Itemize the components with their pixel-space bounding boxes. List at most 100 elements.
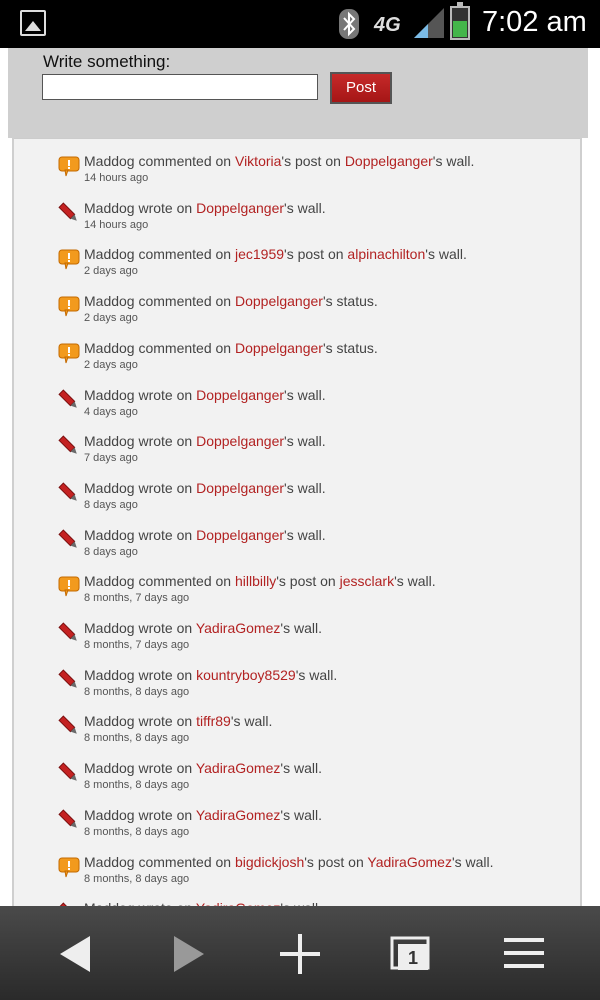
post-button[interactable]: Post <box>330 72 392 104</box>
user-link[interactable]: hillbilly <box>235 573 276 589</box>
user-link[interactable]: Doppelganger <box>196 527 284 543</box>
feed-item: Maddog wrote on YadiraGomez's wall. 8 mon… <box>54 620 574 666</box>
feed-item-time: 14 hours ago <box>84 172 149 184</box>
feed-item-time: 8 months, 8 days ago <box>84 825 190 838</box>
actor-name: Maddog <box>84 293 135 310</box>
actor-name: Maddog <box>84 806 135 823</box>
action-verb: commented on <box>138 293 232 310</box>
user-link[interactable]: YadiraGomez <box>196 760 281 776</box>
forward-icon[interactable] <box>158 924 218 984</box>
feed-item-time: 8 months, 8 days ago <box>84 685 190 698</box>
feed-item-time: 8 months, 7 days ago <box>84 592 190 605</box>
user-link[interactable]: Doppelganger <box>235 340 323 356</box>
user-link[interactable]: Doppelganger <box>235 293 323 309</box>
status-bar: 4G 7:02 am <box>0 0 600 48</box>
action-tail: 's wall. <box>394 573 436 590</box>
action-tail: 's wall. <box>284 526 326 543</box>
menu-icon[interactable] <box>494 924 554 984</box>
user-link[interactable]: YadiraGomez <box>196 807 281 823</box>
user-link[interactable]: jec1959 <box>235 246 284 262</box>
user-link[interactable]: Doppelganger <box>196 480 284 496</box>
comment-bubble-icon <box>58 856 80 878</box>
feed-item-text: Maddog wrote on YadiraGomez's wall. <box>84 620 322 636</box>
user-link[interactable]: bigdickjosh <box>235 854 304 870</box>
activity-feed: Maddog commented on Viktoria's post on D… <box>12 138 582 906</box>
composer-label: Write something: <box>43 52 171 71</box>
feed-item-text: Maddog commented on Doppelganger's statu… <box>84 293 378 309</box>
action-verb: commented on <box>138 339 232 356</box>
actor-name: Maddog <box>84 479 135 496</box>
feed-item-text: Maddog wrote on YadiraGomez's wall. <box>84 760 322 776</box>
comment-bubble-icon <box>58 342 80 364</box>
comment-bubble-icon <box>58 248 80 270</box>
actor-name: Maddog <box>84 713 135 730</box>
action-tail: 's wall. <box>425 246 467 263</box>
action-tail: 's wall. <box>280 806 322 823</box>
user-link[interactable]: Doppelganger <box>196 200 284 216</box>
action-verb: commented on <box>138 153 232 169</box>
tabs-icon[interactable]: 1 <box>382 924 442 984</box>
feed-item: Maddog wrote on Doppelganger's wall. 4 da… <box>54 387 574 433</box>
user-link[interactable]: jessclark <box>340 573 394 589</box>
feed-item: Maddog wrote on Doppelganger's wall. 7 da… <box>54 433 574 479</box>
feed-item-text: Maddog wrote on YadiraGomez's wall. <box>84 807 322 823</box>
action-mid: 's post on <box>281 153 341 169</box>
feed-item-text: Maddog wrote on kountryboy8529's wall. <box>84 667 337 683</box>
signal-icon <box>414 8 444 38</box>
feed-item-time: 8 months, 8 days ago <box>84 732 190 745</box>
action-mid: 's post on <box>276 573 336 590</box>
action-tail: 's wall. <box>280 620 322 636</box>
actor-name: Maddog <box>84 246 135 263</box>
action-tail: 's wall. <box>295 666 338 683</box>
action-tail: 's wall. <box>284 199 326 216</box>
user-link[interactable]: Doppelganger <box>196 387 284 403</box>
feed-item: Maddog wrote on Doppelganger's wall. 8 da… <box>54 480 574 526</box>
feed-item: Maddog wrote on Doppelganger's wall. 14 h… <box>54 200 574 246</box>
feed-item-time: 2 days ago <box>84 312 138 325</box>
action-verb: wrote on <box>138 713 193 730</box>
clock: 7:02 am <box>482 6 587 38</box>
composer-panel: Write something: Post <box>8 48 588 138</box>
feed-item-time: 4 days ago <box>84 405 138 418</box>
feed-item: Maddog wrote on YadiraGomez's wall. 8 mon… <box>54 760 574 806</box>
user-link[interactable]: tiffr89 <box>196 713 231 729</box>
feed-item: Maddog wrote on kountryboy8529's wall. 8 … <box>54 667 574 713</box>
feed-item-time: 14 hours ago <box>84 218 149 231</box>
action-tail: 's wall. <box>432 153 475 169</box>
actor-name: Maddog <box>84 853 135 870</box>
actor-name: Maddog <box>84 666 135 683</box>
user-link[interactable]: kountryboy8529 <box>196 667 296 683</box>
back-icon[interactable] <box>46 924 106 984</box>
image-notification-icon <box>20 10 46 36</box>
comment-bubble-icon <box>58 575 80 597</box>
actor-name: Maddog <box>84 199 135 216</box>
feed-item-time: 7 days ago <box>84 452 138 465</box>
action-mid: 's post on <box>304 853 364 870</box>
actor-name: Maddog <box>84 760 135 777</box>
feed-item-time: 2 days ago <box>84 358 138 371</box>
user-link[interactable]: Doppelganger <box>196 433 284 449</box>
user-link[interactable]: Doppelganger <box>345 153 433 169</box>
feed-item: Maddog commented on hillbilly's post on … <box>54 573 574 619</box>
feed-item-text: Maddog commented on hillbilly's post on … <box>84 573 436 589</box>
actor-name: Maddog <box>84 386 135 403</box>
bluetooth-icon <box>339 9 359 39</box>
user-link[interactable]: alpinachilton <box>347 246 425 262</box>
actor-name: Maddog <box>84 153 135 169</box>
action-verb: wrote on <box>138 386 193 403</box>
action-verb: wrote on <box>138 433 193 450</box>
user-link[interactable]: YadiraGomez <box>196 620 281 636</box>
action-verb: commented on <box>138 853 232 870</box>
action-tail: 's wall. <box>284 433 326 450</box>
user-link[interactable]: YadiraGomez <box>367 854 452 870</box>
composer-input[interactable] <box>42 74 318 100</box>
user-link[interactable]: Viktoria <box>235 153 281 169</box>
feed-item-time: 8 days ago <box>84 545 138 558</box>
action-verb: wrote on <box>138 526 193 543</box>
pencil-icon <box>58 482 80 504</box>
network-type: 4G <box>374 14 401 36</box>
action-tail: 's status. <box>322 293 378 310</box>
feed-item: Maddog commented on bigdickjosh's post o… <box>54 854 574 900</box>
pencil-icon <box>58 435 80 457</box>
add-tab-icon[interactable] <box>270 924 330 984</box>
